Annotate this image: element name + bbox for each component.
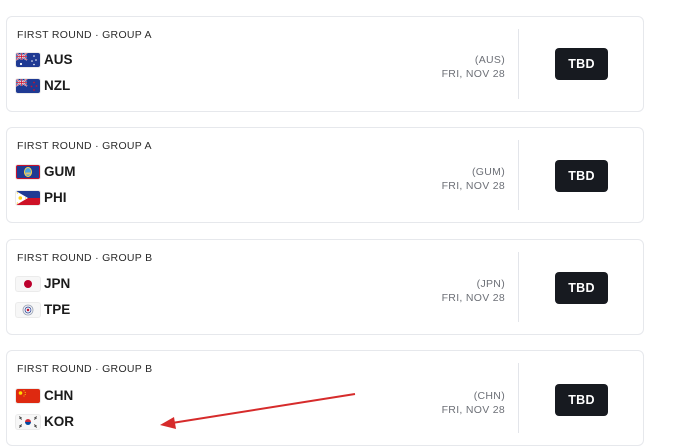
game-meta: (AUS) FRI, NOV 28 (442, 53, 505, 81)
venue-label: (CHN) (473, 390, 505, 402)
game-meta: (JPN) FRI, NOV 28 (442, 277, 505, 305)
guam-flag-icon (16, 164, 40, 179)
tbd-button[interactable]: TBD (555, 384, 608, 416)
philippines-flag-icon (16, 190, 40, 205)
date-label: FRI, NOV 28 (441, 404, 505, 416)
team-row-away[interactable]: PHI (16, 190, 67, 205)
divider (518, 140, 519, 210)
divider (518, 252, 519, 322)
team-code: AUS (44, 52, 73, 67)
venue-label: (AUS) (474, 54, 505, 66)
round-label: FIRST ROUND · GROUP B (17, 363, 153, 375)
korea-flag-icon (16, 414, 40, 429)
round-label: FIRST ROUND · GROUP B (17, 252, 153, 264)
team-row-home[interactable]: CHN (16, 388, 73, 403)
tbd-button[interactable]: TBD (555, 160, 608, 192)
australia-flag-icon (16, 52, 40, 67)
round-label: FIRST ROUND · GROUP A (17, 29, 152, 41)
team-row-home[interactable]: JPN (16, 276, 70, 291)
date-label: FRI, NOV 28 (441, 68, 505, 80)
game-meta: (CHN) FRI, NOV 28 (442, 389, 505, 417)
game-card: FIRST ROUND · GROUP A AUS NZL (AUS) FRI,… (6, 16, 644, 112)
team-code: TPE (44, 302, 71, 317)
new-zealand-flag-icon (16, 78, 40, 93)
team-row-home[interactable]: GUM (16, 164, 76, 179)
divider (518, 29, 519, 99)
team-row-home[interactable]: AUS (16, 52, 73, 67)
tbd-button[interactable]: TBD (555, 272, 608, 304)
venue-label: (GUM) (472, 166, 505, 178)
team-row-away[interactable]: KOR (16, 414, 74, 429)
team-row-away[interactable]: TPE (16, 302, 70, 317)
team-row-away[interactable]: NZL (16, 78, 70, 93)
date-label: FRI, NOV 28 (441, 292, 505, 304)
round-label: FIRST ROUND · GROUP A (17, 140, 152, 152)
date-label: FRI, NOV 28 (441, 180, 505, 192)
team-code: GUM (44, 164, 76, 179)
china-flag-icon (16, 388, 40, 403)
team-code: JPN (44, 276, 71, 291)
game-card: FIRST ROUND · GROUP A GUM PHI (GUM) FRI,… (6, 127, 644, 223)
chinese-taipei-flag-icon (16, 302, 40, 317)
game-card: FIRST ROUND · GROUP B JPN TPE (JPN) FRI,… (6, 239, 644, 335)
japan-flag-icon (16, 276, 40, 291)
game-card: FIRST ROUND · GROUP B CHN KOR (CHN) FRI,… (6, 350, 644, 446)
team-code: NZL (44, 78, 71, 93)
divider (518, 363, 519, 433)
team-code: PHI (44, 190, 67, 205)
tbd-button[interactable]: TBD (555, 48, 608, 80)
game-meta: (GUM) FRI, NOV 28 (442, 165, 505, 193)
venue-label: (JPN) (476, 278, 505, 290)
team-code: CHN (44, 388, 74, 403)
team-code: KOR (44, 414, 74, 429)
